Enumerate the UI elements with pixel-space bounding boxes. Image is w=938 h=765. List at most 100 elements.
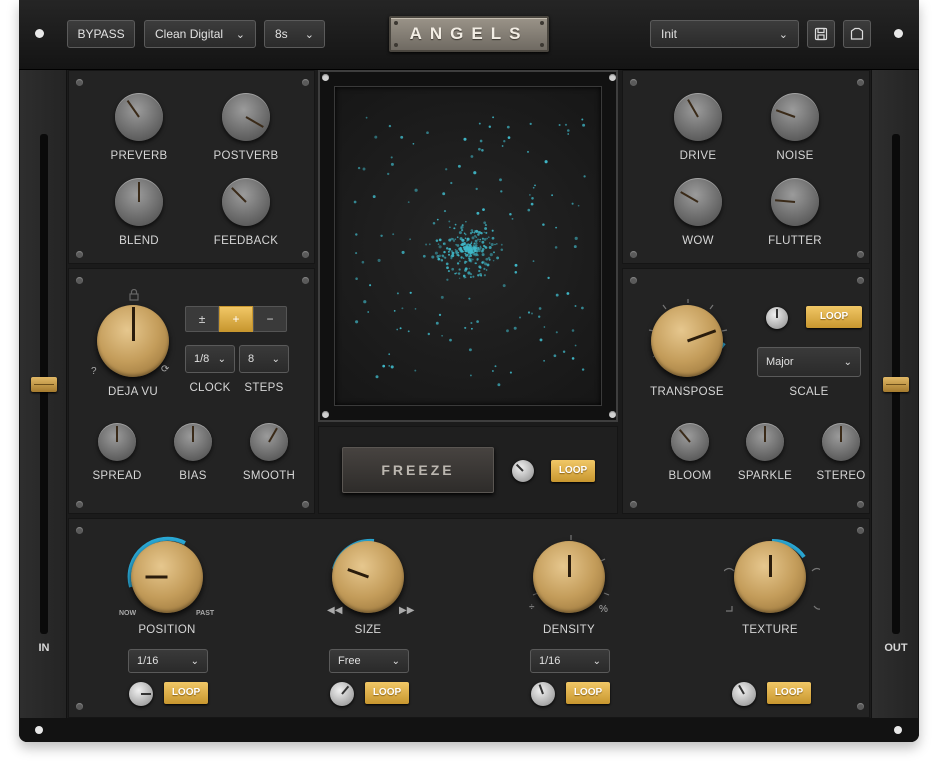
grain-particle (372, 195, 376, 199)
blend-knob[interactable] (115, 178, 163, 226)
grain-particle (529, 194, 531, 196)
grain-particle (438, 254, 442, 258)
input-fader-handle[interactable] (31, 377, 57, 392)
grain-particle (459, 260, 461, 262)
grain-particle (363, 300, 367, 304)
grain-particle (527, 208, 531, 212)
feedback-knob[interactable] (222, 178, 270, 226)
grain-particle (511, 217, 514, 220)
density-loop-button[interactable]: LOOP (566, 682, 610, 704)
bypass-button[interactable]: BYPASS (67, 20, 135, 48)
grain-particle (483, 238, 487, 241)
grain-particle (455, 249, 459, 253)
grain-particle (401, 307, 404, 310)
folder-button[interactable] (843, 20, 871, 48)
position-loop-knob[interactable] (129, 682, 153, 706)
noise-knob[interactable] (771, 93, 819, 141)
grain-particle (445, 247, 449, 250)
stereo-knob[interactable] (822, 423, 860, 461)
grain-particle (574, 344, 577, 347)
grain-particle (514, 263, 518, 267)
position-knob[interactable] (131, 541, 203, 613)
position-loop-button[interactable]: LOOP (164, 682, 208, 704)
grain-particle (409, 238, 411, 241)
grain-particle (574, 236, 578, 240)
grain-particle (501, 145, 504, 147)
size-loop-button[interactable]: LOOP (365, 682, 409, 704)
density-knob[interactable] (533, 541, 605, 613)
grain-particle (583, 175, 586, 178)
wow-knob[interactable] (674, 178, 722, 226)
grain-particle (448, 220, 451, 223)
texture-label: TEXTURE (742, 624, 798, 636)
transpose-loop-button[interactable]: LOOP (806, 306, 862, 328)
grain-particle (396, 328, 399, 331)
density-loop-knob[interactable] (531, 682, 555, 706)
grain-particle (436, 218, 439, 221)
freeze-button[interactable]: FREEZE (342, 447, 494, 493)
density-sync-dropdown[interactable]: 1/16 ⌄ (530, 649, 610, 673)
smooth-knob[interactable] (250, 423, 288, 461)
bias-knob[interactable] (174, 423, 212, 461)
drive-knob[interactable] (674, 93, 722, 141)
knob-pointer (687, 99, 699, 118)
size-sync-dropdown[interactable]: Free ⌄ (329, 649, 409, 673)
screw (302, 277, 309, 284)
preset-dropdown[interactable]: Init ⌄ (650, 20, 799, 48)
grain-particle (390, 162, 394, 166)
sparkle-knob[interactable] (746, 423, 784, 461)
grain-particle (464, 326, 467, 329)
dejavu-mode-minus[interactable]: − (253, 306, 287, 332)
texture-knob[interactable] (734, 541, 806, 613)
grain-particle (464, 260, 467, 263)
postverb-knob[interactable] (222, 93, 270, 141)
grain-particle (478, 269, 481, 273)
texture-loop-button[interactable]: LOOP (767, 682, 811, 704)
save-button[interactable] (807, 20, 835, 48)
grain-particle (445, 262, 449, 266)
grain-particle (479, 238, 482, 241)
grain-particle (475, 187, 478, 191)
help-icon[interactable]: ? (91, 366, 97, 377)
grain-particle (451, 251, 455, 255)
refresh-icon[interactable]: ⟳ (161, 364, 169, 375)
grain-particle (447, 270, 450, 273)
transpose-loop-knob[interactable] (766, 307, 788, 329)
knob-pointer (116, 426, 118, 442)
steps-dropdown[interactable]: 8 ⌄ (239, 345, 289, 373)
knob-pointer (192, 426, 194, 442)
screw (857, 251, 864, 258)
screw (630, 251, 637, 258)
grain-particle (474, 230, 476, 232)
preverb-knob[interactable] (115, 93, 163, 141)
grain-particle (435, 239, 439, 242)
lock-icon[interactable] (129, 289, 139, 301)
spread-knob[interactable] (98, 423, 136, 461)
texture-loop-knob[interactable] (732, 682, 756, 706)
grain-particle (399, 327, 402, 330)
deja-vu-knob[interactable] (97, 305, 169, 377)
mode-dropdown[interactable]: Clean Digital ⌄ (144, 20, 256, 48)
grain-particle (414, 188, 418, 192)
time-dropdown[interactable]: 8s ⌄ (264, 20, 325, 48)
freeze-loop-button[interactable]: LOOP (551, 460, 595, 482)
screw (857, 277, 864, 284)
steps-label: STEPS (244, 382, 284, 394)
grain-particle (442, 192, 446, 196)
dejavu-mode-plus[interactable]: + (219, 306, 253, 332)
scale-dropdown[interactable]: Major ⌄ (757, 347, 861, 377)
dejavu-mode-bipolar[interactable]: ± (185, 306, 219, 332)
size-loop-knob[interactable] (330, 682, 354, 706)
transpose-knob[interactable] (651, 305, 723, 377)
clock-value: 1/8 (194, 353, 210, 365)
bloom-knob[interactable] (671, 423, 709, 461)
flutter-knob[interactable] (771, 178, 819, 226)
size-knob[interactable] (332, 541, 404, 613)
freeze-loop-knob[interactable] (512, 460, 534, 482)
knob-pointer (131, 307, 135, 341)
grain-particle (503, 140, 506, 143)
position-sync-dropdown[interactable]: 1/16 ⌄ (128, 649, 208, 673)
grain-particle (502, 284, 506, 288)
output-fader-handle[interactable] (883, 377, 909, 392)
clock-dropdown[interactable]: 1/8 ⌄ (185, 345, 235, 373)
